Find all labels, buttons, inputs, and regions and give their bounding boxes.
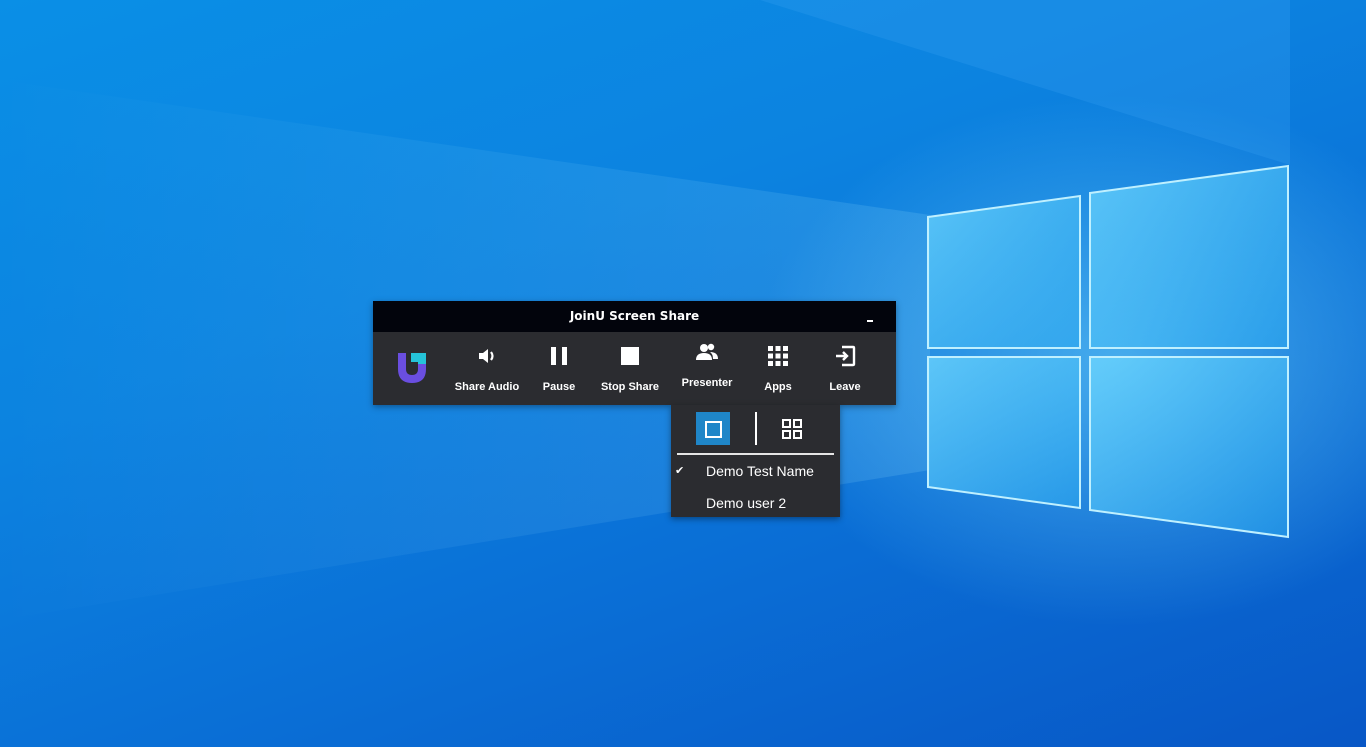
minimize-button[interactable] xyxy=(864,301,878,332)
exit-icon xyxy=(836,345,856,367)
menu-separator xyxy=(677,453,834,455)
leave-button[interactable]: Leave xyxy=(819,332,871,405)
presenter-item-demo-test-name[interactable]: ✔ Demo Test Name xyxy=(671,457,840,485)
layout-divider xyxy=(755,412,757,445)
pause-icon xyxy=(551,347,567,365)
apps-button[interactable]: Apps xyxy=(751,332,805,405)
stop-share-button[interactable]: Stop Share xyxy=(597,332,663,405)
screen-share-window: JoinU Screen Share Share Audio Pause Sto… xyxy=(373,301,896,405)
share-audio-label: Share Audio xyxy=(454,381,520,393)
share-audio-button[interactable]: Share Audio xyxy=(453,332,521,405)
grid-view-icon[interactable] xyxy=(779,416,805,442)
apps-grid-icon xyxy=(768,346,788,366)
presenter-item-label: Demo Test Name xyxy=(706,463,814,479)
people-icon xyxy=(696,343,718,360)
window-title: JoinU Screen Share xyxy=(569,309,700,323)
leave-label: Leave xyxy=(829,381,861,393)
pause-label: Pause xyxy=(542,381,576,393)
check-icon: ✔ xyxy=(675,465,685,477)
title-bar[interactable]: JoinU Screen Share xyxy=(373,301,896,332)
presenter-dropdown: ✔ Demo Test Name Demo user 2 xyxy=(671,405,840,517)
single-view-button[interactable] xyxy=(696,412,730,445)
presenter-label: Presenter xyxy=(681,377,733,389)
presenter-item-label: Demo user 2 xyxy=(706,495,787,511)
pause-button[interactable]: Pause xyxy=(535,332,583,405)
stop-icon xyxy=(621,347,639,365)
presenter-button[interactable]: Presenter xyxy=(675,332,739,405)
presenter-item-demo-user-2[interactable]: Demo user 2 xyxy=(671,489,840,517)
stop-share-label: Stop Share xyxy=(600,381,660,393)
speaker-icon xyxy=(479,349,494,363)
toolbar: Share Audio Pause Stop Share Presenter A… xyxy=(373,332,896,405)
apps-label: Apps xyxy=(764,381,792,393)
joinu-logo xyxy=(398,353,426,383)
single-view-icon xyxy=(705,421,722,438)
minimize-icon xyxy=(867,320,873,322)
